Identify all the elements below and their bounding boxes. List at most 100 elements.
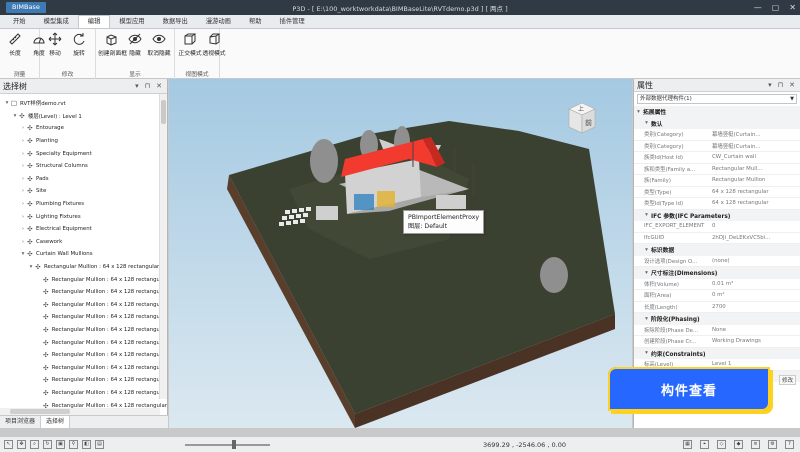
tree-item[interactable]: › ✣ Electrical Equipment [0,223,167,236]
tree-item[interactable]: ✣ Rectangular Mullion : 64 x 128 rectangu… [0,324,167,337]
close-panel-icon[interactable]: ✕ [156,82,162,90]
tool-button-1-0[interactable]: 移动 [42,32,68,57]
tree-item[interactable]: › ✣ Planting [0,135,167,148]
viewcube-front-label[interactable]: 前 [585,118,592,128]
tree-item[interactable]: ▾ □ RVT样例demo.rvt [0,97,167,110]
zoom-slider-thumb[interactable] [232,440,236,449]
collapse-chevron-icon[interactable]: ▾ [642,120,651,126]
property-section[interactable]: ▾ IFC 参数(IFC Parameters) [634,209,800,221]
tab-3[interactable]: 模型应用 [110,16,153,28]
tool-button-2-2[interactable]: 取消隐藏 [146,32,172,57]
section-tool-icon[interactable]: ◧ [82,440,91,449]
collapse-chevron-icon[interactable]: ▾ [642,350,651,356]
tab-5[interactable]: 漫游动画 [197,16,240,28]
orbit-tool-icon[interactable]: ↻ [43,440,52,449]
tree-item[interactable]: ✣ Rectangular Mullion : 64 x 128 rectangu… [0,286,167,299]
measure-tool-icon[interactable]: ▤ [95,440,104,449]
tool-button-3-0[interactable]: 正交模式 [177,32,203,57]
tab-2[interactable]: 编辑 [77,15,111,28]
zoom-slider[interactable] [185,444,270,446]
property-value: 幕墙竖梃(Curtain... [712,132,761,139]
property-section[interactable]: ▾ 阶段化(Phasing) [634,313,800,325]
dropdown-icon[interactable]: ▾ [768,81,772,89]
tree-item[interactable]: › ✣ Site [0,185,167,198]
pin-icon[interactable]: ⊓ [145,82,150,90]
tree-item[interactable]: ▾ ✣ Rectangular Mullion : 64 x 128 rectang… [0,261,167,274]
tab-1[interactable]: 模型集成 [35,16,78,28]
property-key: 拆除阶段(Phase De... [644,327,699,334]
tree-horizontal-scrollbar[interactable] [0,408,160,415]
property-section[interactable]: ▾ 约束(Constraints) [634,347,800,359]
tree-item[interactable]: ✣ Rectangular Mullion : 64 x 128 rectangu… [0,299,167,312]
section-box-icon [106,34,117,46]
walk-tool-icon[interactable]: ⚲ [69,440,78,449]
settings-icon[interactable]: ⚙ [768,440,777,449]
tree-item[interactable]: ✣ Rectangular Mullion : 64 x 128 rectangu… [0,311,167,324]
modify-button[interactable]: 修改 [779,375,797,385]
scroll-thumb[interactable] [10,409,70,414]
collapse-chevron-icon[interactable]: ▾ [642,316,651,322]
tree-item[interactable]: › ✣ Entourage [0,122,167,135]
viewcube-top-label[interactable]: 上 [578,104,584,113]
snap-icon[interactable]: ⌖ [700,440,709,449]
tree-item[interactable]: ✣ Rectangular Mullion : 64 x 128 rectangu… [0,273,167,286]
tree-item[interactable]: › ✣ Lighting Fixtures [0,210,167,223]
grid-icon[interactable]: ▦ [683,440,692,449]
tab-7[interactable]: 插件管理 [271,16,314,28]
tab-selection-tree[interactable]: 选择树 [40,416,71,428]
tree-item[interactable]: › ✣ Structural Columns [0,160,167,173]
element-type-select[interactable]: 外部数据代理构件(1) ▼ [637,94,797,104]
tree-item[interactable]: ✣ Rectangular Mullion : 64 x 128 rectangu… [0,336,167,349]
maximize-icon[interactable]: ▢ [772,3,780,12]
property-section[interactable]: ▾ 标识数据 [634,244,800,256]
pin-icon[interactable]: ⊓ [778,81,783,89]
scroll-thumb[interactable] [161,100,166,124]
property-section[interactable]: ▾ 尺寸标注(Dimensions) [634,267,800,279]
pan-tool-icon[interactable]: ✥ [17,440,26,449]
close-panel-icon[interactable]: ✕ [789,81,795,89]
tree-item[interactable]: ✣ Rectangular Mullion : 64 x 128 rectangu… [0,349,167,362]
zoom-tool-icon[interactable]: ⌕ [30,440,39,449]
tree-item[interactable]: ✣ Rectangular Mullion : 64 x 128 rectangu… [0,387,167,400]
select-tool-icon[interactable]: ↖ [4,440,13,449]
collapse-chevron-icon[interactable]: ▾ [642,270,651,276]
property-section[interactable]: ▾ 数认 [634,117,800,129]
property-value: 2hDJi_DeLEKxVC5bi... [712,234,771,241]
tab-0[interactable]: 开始 [4,16,35,28]
collapse-chevron-icon[interactable]: ▾ [642,247,651,253]
collapse-chevron-icon[interactable]: ▾ [642,212,651,218]
tool-button-2-0[interactable]: 创建剖面框 [98,32,127,57]
tool-button-0-0[interactable]: 长度 [2,32,28,57]
tree-item[interactable]: › ✣ Specialty Equipment [0,147,167,160]
property-key: 设计选项(Design O... [644,258,698,265]
app-badge[interactable]: BIMBase [6,2,46,13]
tool-button-3-1[interactable]: 透视模式 [201,32,227,57]
tree-item[interactable]: ✣ Rectangular Mullion : 64 x 128 rectangu… [0,374,167,387]
wireframe-icon[interactable]: ◇ [717,440,726,449]
view-cube[interactable]: 上 前 [567,101,597,135]
fit-view-icon[interactable]: ▣ [56,440,65,449]
dropdown-icon[interactable]: ▾ [135,82,139,90]
close-icon[interactable]: ✕ [789,3,796,12]
tree-item[interactable]: ▾ ✣ Curtain Wall Mullions [0,248,167,261]
tree-vertical-scrollbar[interactable] [159,94,167,399]
tool-button-1-1[interactable]: 旋转 [66,32,92,57]
property-section[interactable]: ▾ 拓展属性 [634,106,800,118]
3d-viewport[interactable]: 上 前 PBImportElementProxy 图层: Default [169,79,632,428]
help-icon[interactable]: ? [785,440,794,449]
tree-item-label: Rectangular Mullion : 64 x 128 rectangul… [51,364,167,371]
collapse-chevron-icon[interactable]: ▾ [634,109,643,115]
tree-item[interactable]: › ✣ Plumbing Fixtures [0,198,167,211]
shaded-icon[interactable]: ◆ [734,440,743,449]
tab-project-browser[interactable]: 项目浏览器 [0,416,40,428]
tab-6[interactable]: 帮助 [240,16,271,28]
tree-item[interactable]: › ✣ Pads [0,173,167,186]
tab-4[interactable]: 数据导出 [154,16,197,28]
tree-item-label: Structural Columns [36,163,88,170]
layers-icon[interactable]: ≡ [751,440,760,449]
tree-item[interactable]: ✣ Rectangular Mullion : 64 x 128 rectangu… [0,361,167,374]
minimize-icon[interactable]: — [754,3,762,12]
tree-item[interactable]: › ✣ Casework [0,236,167,249]
tree-item[interactable]: ▾ ✣ 楼层(Level) : Level 1 [0,110,167,123]
tool-button-2-1[interactable]: 隐藏 [122,32,148,57]
